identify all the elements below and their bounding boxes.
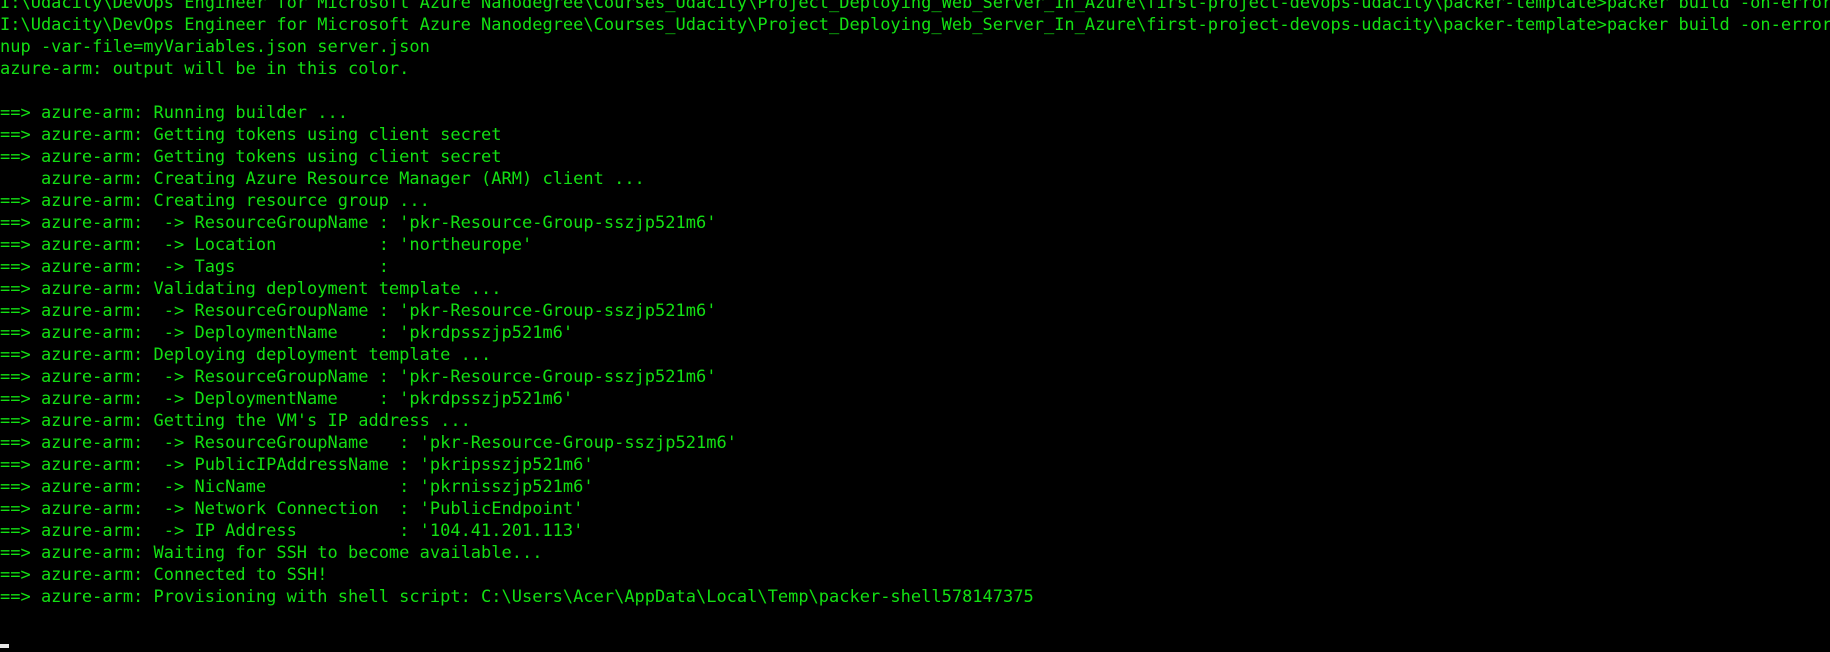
terminal-line: I:\Udacity\DevOps Engineer for Microsoft… — [0, 0, 1830, 13]
terminal-prompt-line[interactable] — [0, 630, 1830, 652]
terminal-line: ==> azure-arm: Connected to SSH! — [0, 565, 328, 585]
terminal-line: ==> azure-arm: -> DeploymentName : 'pkrd… — [0, 389, 574, 409]
terminal-line: ==> azure-arm: -> PublicIPAddressName : … — [0, 455, 594, 475]
terminal-line: azure-arm: Creating Azure Resource Manag… — [0, 169, 645, 189]
text-cursor — [0, 644, 9, 648]
terminal-line: ==> azure-arm: -> Network Connection : '… — [0, 499, 584, 519]
terminal-line: ==> azure-arm: -> ResourceGroupName : 'p… — [0, 213, 717, 233]
terminal-line: ==> azure-arm: -> ResourceGroupName : 'p… — [0, 367, 717, 387]
terminal-line: ==> azure-arm: Deploying deployment temp… — [0, 345, 492, 365]
terminal-line: ==> azure-arm: Waiting for SSH to become… — [0, 543, 543, 563]
terminal-line: ==> azure-arm: Getting tokens using clie… — [0, 125, 502, 145]
terminal-line: ==> azure-arm: -> Location : 'northeurop… — [0, 235, 533, 255]
terminal-line: ==> azure-arm: -> Tags : — [0, 257, 389, 277]
terminal-line: ==> azure-arm: -> IP Address : '104.41.2… — [0, 521, 584, 541]
terminal-window[interactable]: I:\Udacity\DevOps Engineer for Microsoft… — [0, 0, 1830, 652]
terminal-line: ==> azure-arm: -> ResourceGroupName : 'p… — [0, 433, 737, 453]
terminal-line: ==> azure-arm: Getting the VM's IP addre… — [0, 411, 471, 431]
terminal-line: ==> azure-arm: Validating deployment tem… — [0, 279, 502, 299]
terminal-line: ==> azure-arm: Provisioning with shell s… — [0, 587, 1034, 607]
terminal-line: ==> azure-arm: -> NicName : 'pkrnisszjp5… — [0, 477, 594, 497]
terminal-line: ==> azure-arm: Getting tokens using clie… — [0, 147, 502, 167]
terminal-line: azure-arm: output will be in this color. — [0, 59, 410, 79]
terminal-line: ==> azure-arm: -> DeploymentName : 'pkrd… — [0, 323, 574, 343]
terminal-line: ==> azure-arm: -> ResourceGroupName : 'p… — [0, 301, 717, 321]
terminal-line: ==> azure-arm: Running builder ... — [0, 103, 348, 123]
terminal-line: nup -var-file=myVariables.json server.js… — [0, 37, 430, 57]
terminal-line: ==> azure-arm: Creating resource group .… — [0, 191, 430, 211]
terminal-line: I:\Udacity\DevOps Engineer for Microsoft… — [0, 15, 1830, 35]
